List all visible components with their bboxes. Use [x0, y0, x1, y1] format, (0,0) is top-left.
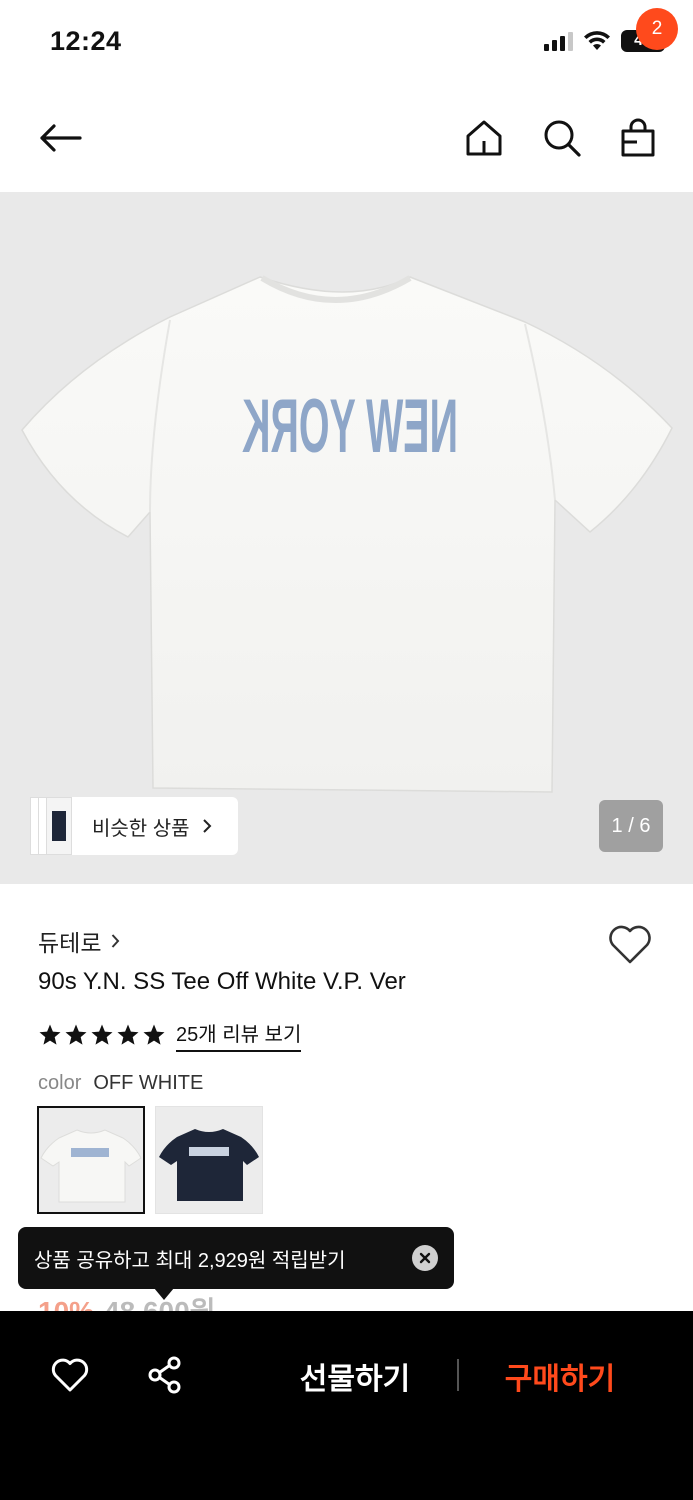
cart-button[interactable] [612, 112, 664, 164]
similar-label-wrap: 비슷한 상품 [70, 797, 238, 855]
star-icon [65, 1024, 87, 1045]
swatch-thumbnail [40, 1129, 142, 1203]
color-value: OFF WHITE [93, 1072, 204, 1094]
star-rating [38, 1023, 166, 1047]
search-button[interactable] [536, 112, 588, 164]
discount-rate: 10% [38, 1296, 95, 1312]
star-icon [117, 1024, 139, 1045]
wishlist-button[interactable] [606, 920, 654, 968]
bottom-divider [457, 1359, 459, 1391]
similar-products-button[interactable]: 비슷한 상품 [30, 797, 238, 855]
cart-count-badge: 2 [636, 8, 678, 50]
back-button[interactable] [34, 112, 86, 164]
share-reward-toast: 상품 공유하고 최대 2,929원 적립받기 [18, 1227, 454, 1289]
color-swatch-navy[interactable] [155, 1106, 263, 1214]
product-image: NEW YORK [21, 275, 673, 793]
home-button[interactable] [458, 112, 510, 164]
heart-icon [609, 925, 651, 964]
bottom-action-bar: 선물하기 구매하기 [0, 1311, 693, 1500]
brand-name: 듀테로 [38, 930, 102, 956]
star-icon [39, 1024, 61, 1045]
toast-close-button[interactable] [412, 1245, 438, 1271]
similar-label: 비슷한 상품 [92, 817, 190, 840]
share-icon [148, 1356, 181, 1394]
star-icon [91, 1024, 113, 1045]
chevron-right-icon [202, 819, 211, 833]
cellular-signal-icon [544, 31, 573, 51]
review-link[interactable]: 25개 리뷰 보기 [176, 1018, 302, 1052]
toast-text: 상품 공유하고 최대 2,929원 적립받기 [34, 1249, 346, 1272]
bottom-wishlist-button[interactable] [48, 1353, 92, 1397]
sale-price: 48,600원 [104, 1296, 216, 1312]
close-icon [419, 1252, 431, 1264]
heart-icon [51, 1358, 89, 1392]
gift-button[interactable]: 선물하기 [290, 1351, 420, 1401]
search-icon [544, 120, 581, 157]
brand-link[interactable]: 듀테로 [38, 924, 120, 958]
home-icon [466, 120, 502, 156]
rating-row: 25개 리뷰 보기 [38, 1018, 302, 1052]
similar-thumbnails [30, 797, 72, 855]
color-label: color [38, 1072, 82, 1094]
status-bar: 12:24 43 [0, 0, 693, 84]
color-row: color OFF WHITE [38, 1072, 203, 1095]
back-arrow-icon [40, 124, 82, 152]
image-page-indicator: 1 / 6 [599, 800, 663, 852]
shirt-print-text: NEW YORK [242, 384, 458, 469]
product-title: 90s Y.N. SS Tee Off White V.P. Ver [38, 968, 406, 995]
price-row: 10% 48,600원 [38, 1296, 215, 1312]
swatch-thumbnail [159, 1129, 259, 1201]
star-icon [143, 1024, 165, 1045]
chevron-right-icon [112, 934, 120, 948]
product-image-carousel[interactable]: NEW YORK 비슷한 상품 1 / 6 [0, 192, 693, 884]
color-swatch-off-white[interactable] [37, 1106, 145, 1214]
shopping-bag-icon [621, 118, 655, 157]
buy-button[interactable]: 구매하기 [495, 1351, 625, 1401]
share-button[interactable] [143, 1353, 187, 1397]
status-time: 12:24 [50, 26, 122, 56]
top-nav-bar [0, 84, 693, 192]
wifi-icon [584, 31, 610, 50]
